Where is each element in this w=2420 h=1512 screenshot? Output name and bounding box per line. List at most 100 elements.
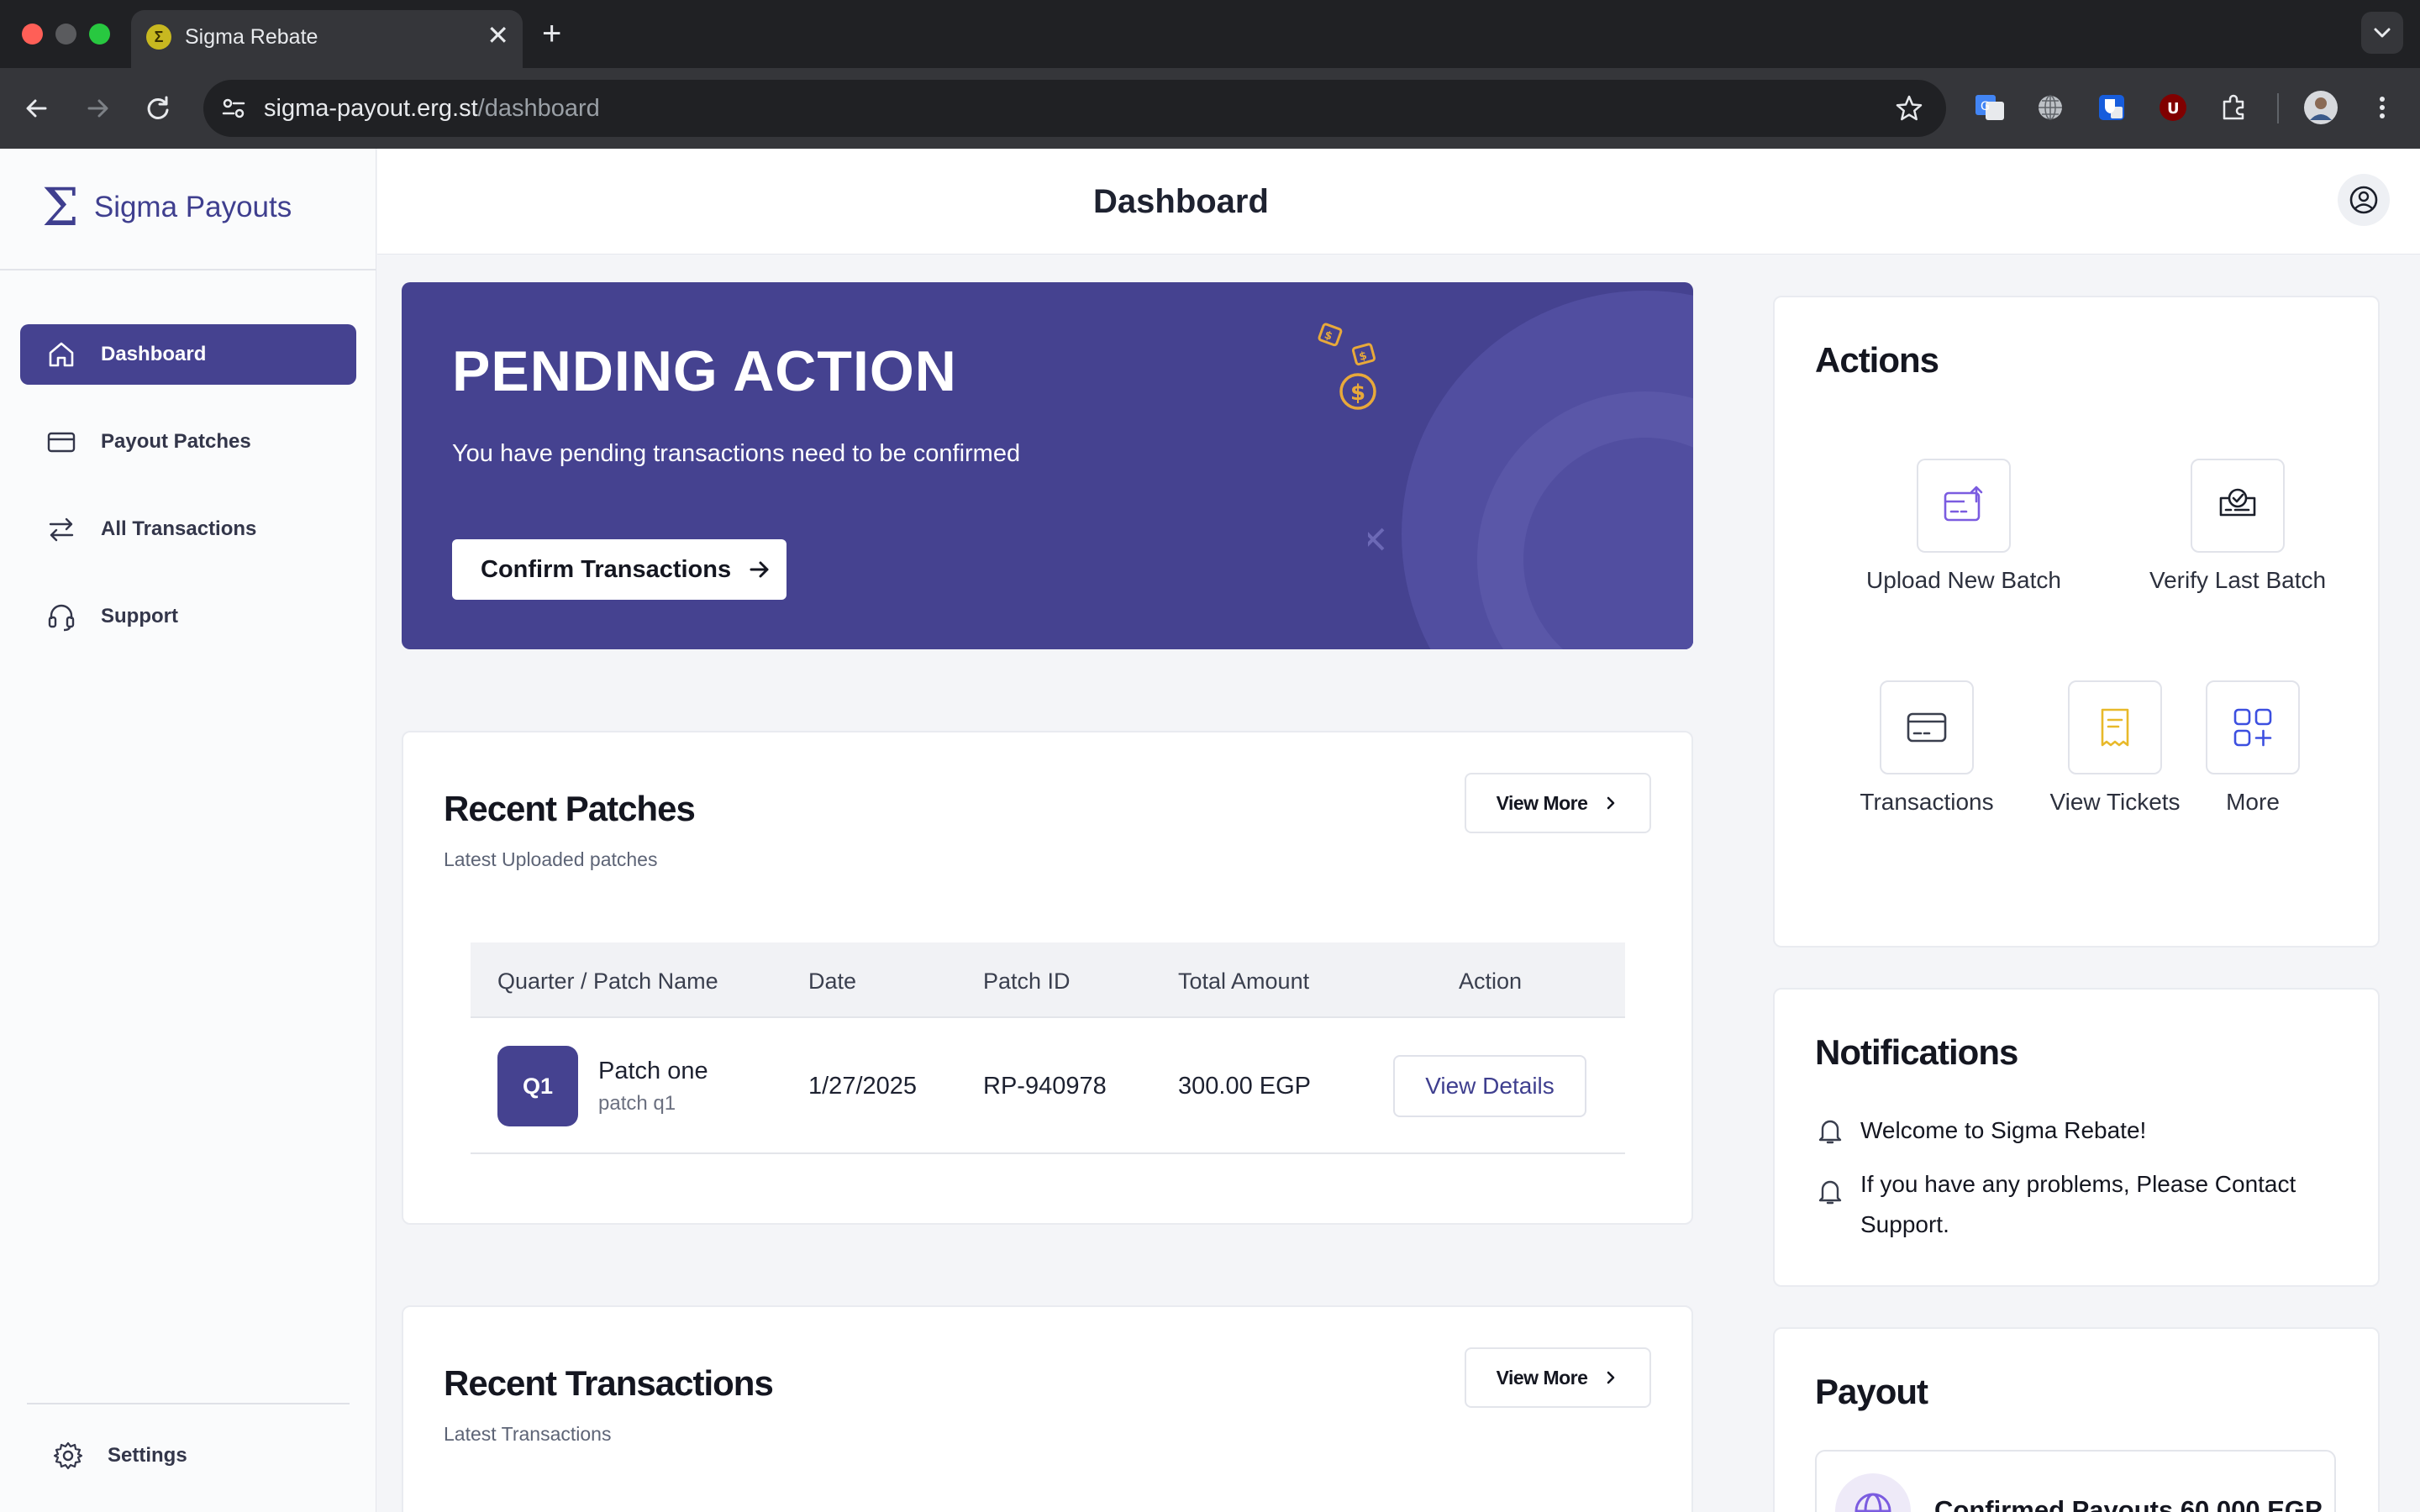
- notification-item: Welcome to Sigma Rebate!: [1815, 1110, 2331, 1151]
- globe-icon: [1854, 1493, 1891, 1512]
- sidebar-item-support[interactable]: Support: [20, 586, 356, 647]
- patch-amount: 300.00 EGP: [1178, 1073, 1311, 1100]
- upload-new-batch-action[interactable]: Upload New Batch: [1842, 459, 2086, 595]
- tab-search-button[interactable]: [2361, 12, 2403, 54]
- patch-subtitle: patch q1: [598, 1092, 676, 1115]
- notifications-card: Notifications Welcome to Sigma Rebate! I…: [1773, 988, 2380, 1287]
- browser-menu-button[interactable]: [2365, 90, 2400, 125]
- verify-last-batch-action[interactable]: Verify Last Batch: [2116, 459, 2360, 595]
- card-title: Recent Patches: [444, 789, 696, 828]
- banner-title: PENDING ACTION: [452, 339, 957, 403]
- site-settings-icon[interactable]: [220, 95, 247, 122]
- ublock-extension-icon[interactable]: U: [2155, 90, 2191, 125]
- svg-text:$: $: [1358, 349, 1369, 364]
- browser-tab[interactable]: Σ Sigma Rebate ✕: [131, 10, 523, 68]
- card-title: Payout: [1815, 1372, 1928, 1411]
- column-header: Quarter / Patch Name: [497, 969, 718, 994]
- view-more-button[interactable]: View More: [1465, 1347, 1651, 1408]
- quarter-badge: Q1: [497, 1046, 578, 1126]
- card-title: Recent Transactions: [444, 1363, 774, 1403]
- view-details-label: View Details: [1425, 1073, 1555, 1099]
- ticket-icon: [2101, 708, 2129, 747]
- sidebar-item-label: Settings: [108, 1444, 187, 1467]
- notification-text: Welcome to Sigma Rebate!: [1860, 1117, 2147, 1143]
- globe-icon: [2039, 95, 2062, 120]
- chevron-right-icon: [1607, 1371, 1615, 1384]
- payout-card: Payout Confirmed Payouts 60,000 EGP: [1773, 1327, 2380, 1512]
- extensions-button[interactable]: [2216, 90, 2251, 125]
- action-tile[interactable]: [2068, 680, 2162, 774]
- minimize-window-button[interactable]: [55, 24, 76, 45]
- view-details-button[interactable]: View Details: [1393, 1055, 1586, 1117]
- recent-patches-card: Recent Patches Latest Uploaded patches V…: [402, 731, 1693, 1225]
- upload-batch-icon: [1944, 486, 1983, 522]
- favicon-icon: Σ: [146, 24, 171, 50]
- column-header: Total Amount: [1178, 969, 1310, 994]
- reload-button[interactable]: [138, 88, 178, 129]
- translate-extension-icon[interactable]: G: [1972, 90, 2007, 125]
- credit-card-icon: [1907, 712, 1947, 743]
- brand[interactable]: Σ Sigma Payouts: [42, 176, 292, 238]
- new-tab-button[interactable]: +: [542, 15, 561, 52]
- action-tile[interactable]: [1880, 680, 1974, 774]
- card-title: Actions: [1815, 340, 1939, 380]
- arrow-left-icon: [26, 99, 47, 118]
- table-row: Q1 Patch one patch q1 1/27/2025 RP-94097…: [471, 1018, 1625, 1154]
- table-header: Quarter / Patch Name Date Patch ID Total…: [471, 942, 1625, 1018]
- banner-decoration: [1368, 291, 1693, 649]
- sigma-logo-icon: Σ: [42, 176, 79, 238]
- sidebar-item-label: All Transactions: [101, 517, 257, 540]
- maximize-window-button[interactable]: [89, 24, 110, 45]
- payout-avatar: [1835, 1473, 1911, 1512]
- address-bar[interactable]: sigma-payout.erg.st/dashboard: [203, 80, 1946, 137]
- puzzle-icon: [2223, 94, 2244, 120]
- tab-close-icon[interactable]: ✕: [487, 20, 509, 50]
- view-more-button[interactable]: View More: [1465, 773, 1651, 833]
- sidebar: Σ Sigma Payouts Dashboard Payout Patches…: [0, 149, 376, 1512]
- action-label: More: [2226, 789, 2280, 815]
- sidebar-item-payout-patches[interactable]: Payout Patches: [20, 412, 356, 472]
- notification-text: If you have any problems, Please Contact…: [1860, 1171, 2296, 1237]
- sidebar-item-label: Payout Patches: [101, 430, 251, 453]
- action-label: Verify Last Batch: [2149, 567, 2327, 593]
- url-host: sigma-payout.erg.st: [264, 95, 478, 122]
- profile-avatar[interactable]: [2303, 90, 2338, 125]
- card-icon: [47, 432, 76, 453]
- more-action[interactable]: More: [2163, 680, 2343, 816]
- action-tile[interactable]: [2206, 680, 2300, 774]
- sidebar-item-dashboard[interactable]: Dashboard: [20, 324, 356, 385]
- action-tile[interactable]: [1917, 459, 2011, 553]
- action-label: Upload New Batch: [1866, 567, 2061, 593]
- confirmed-payouts-summary: Confirmed Payouts 60,000 EGP: [1815, 1450, 2336, 1512]
- shield-icon: [2099, 95, 2124, 120]
- view-more-label: View More: [1496, 1366, 1588, 1389]
- banner-text: You have pending transactions need to be…: [452, 440, 1021, 467]
- translate-icon: G: [1975, 95, 2004, 120]
- confirm-transactions-button[interactable]: Confirm Transactions: [452, 539, 786, 600]
- close-window-button[interactable]: [22, 24, 43, 45]
- sidebar-item-all-transactions[interactable]: All Transactions: [20, 499, 356, 559]
- bell-icon: [1818, 1180, 1842, 1205]
- bitwarden-extension-icon[interactable]: [2094, 90, 2129, 125]
- card-subtitle: Latest Transactions: [444, 1423, 612, 1445]
- svg-text:$: $: [1350, 381, 1365, 406]
- pending-action-banner: $ $ $ PENDING ACTION You have pending tr…: [402, 282, 1693, 649]
- bell-icon: [1818, 1120, 1842, 1144]
- back-button[interactable]: [17, 88, 57, 129]
- bookmark-star-icon[interactable]: [1894, 93, 1924, 123]
- coins-illustration-icon: $ $ $: [1318, 323, 1376, 410]
- confirm-transactions-label: Confirm Transactions: [481, 555, 732, 583]
- notification-item: If you have any problems, Please Contact…: [1815, 1164, 2331, 1245]
- actions-card: Actions Upload New Batch Verify Last Bat…: [1773, 296, 2380, 948]
- verify-badge-icon: [2219, 488, 2256, 517]
- transfer-icon: [49, 517, 74, 542]
- sidebar-item-label: Support: [101, 605, 178, 627]
- globe-extension-icon[interactable]: [2033, 90, 2068, 125]
- view-more-label: View More: [1496, 791, 1588, 814]
- browser-tabstrip: Σ Sigma Rebate ✕ +: [0, 0, 2420, 68]
- sidebar-item-settings[interactable]: Settings: [20, 1425, 356, 1486]
- user-menu-button[interactable]: [2338, 174, 2390, 226]
- forward-button[interactable]: [77, 88, 118, 129]
- action-tile[interactable]: [2191, 459, 2285, 553]
- gear-icon: [53, 1441, 83, 1470]
